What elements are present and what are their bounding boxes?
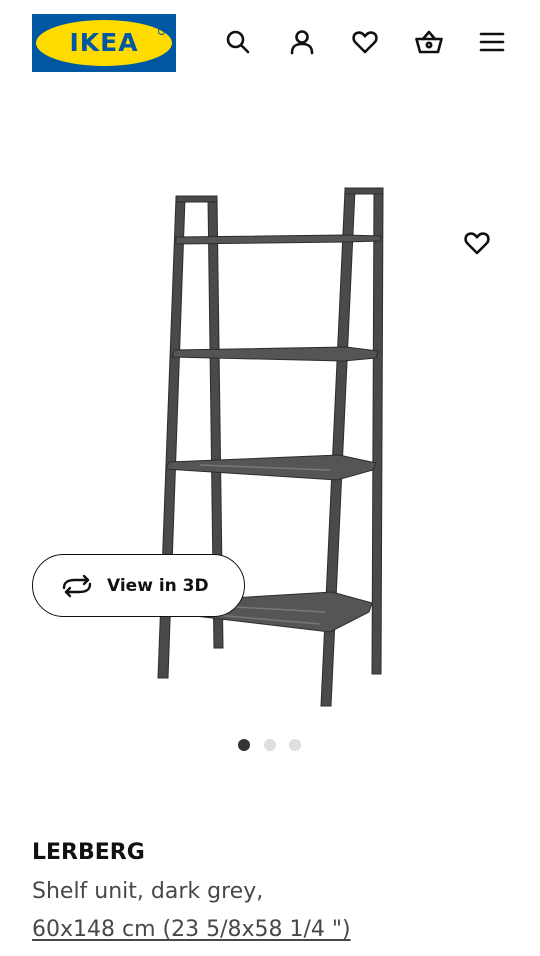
favorite-icon[interactable]: [460, 226, 494, 260]
view-in-3d-button[interactable]: View in 3D: [32, 554, 245, 617]
carousel-dot-3[interactable]: [289, 739, 301, 751]
ikea-logo[interactable]: IKEA: [32, 14, 176, 72]
product-info: LERBERG Shelf unit, dark grey, 60x148 cm…: [32, 838, 512, 948]
menu-icon[interactable]: [476, 26, 508, 58]
shopping-basket-icon[interactable]: [413, 26, 445, 58]
product-description: Shelf unit, dark grey,: [32, 879, 264, 904]
carousel-dot-1[interactable]: [238, 739, 250, 751]
shelf-unit-image: [157, 187, 384, 707]
view-in-3d-label: View in 3D: [107, 575, 209, 596]
logo-text: IKEA: [69, 28, 139, 57]
product-size-link[interactable]: 60x148 cm (23 5/8x58 1/4 "): [32, 912, 512, 948]
product-name: LERBERG: [32, 840, 145, 865]
user-icon[interactable]: [286, 26, 318, 58]
heart-icon[interactable]: [349, 26, 381, 58]
search-icon[interactable]: [222, 26, 254, 58]
carousel-dots: [238, 738, 308, 752]
header: IKEA: [0, 0, 540, 86]
carousel-dot-2[interactable]: [264, 739, 276, 751]
rotate-3d-icon: [62, 574, 92, 597]
